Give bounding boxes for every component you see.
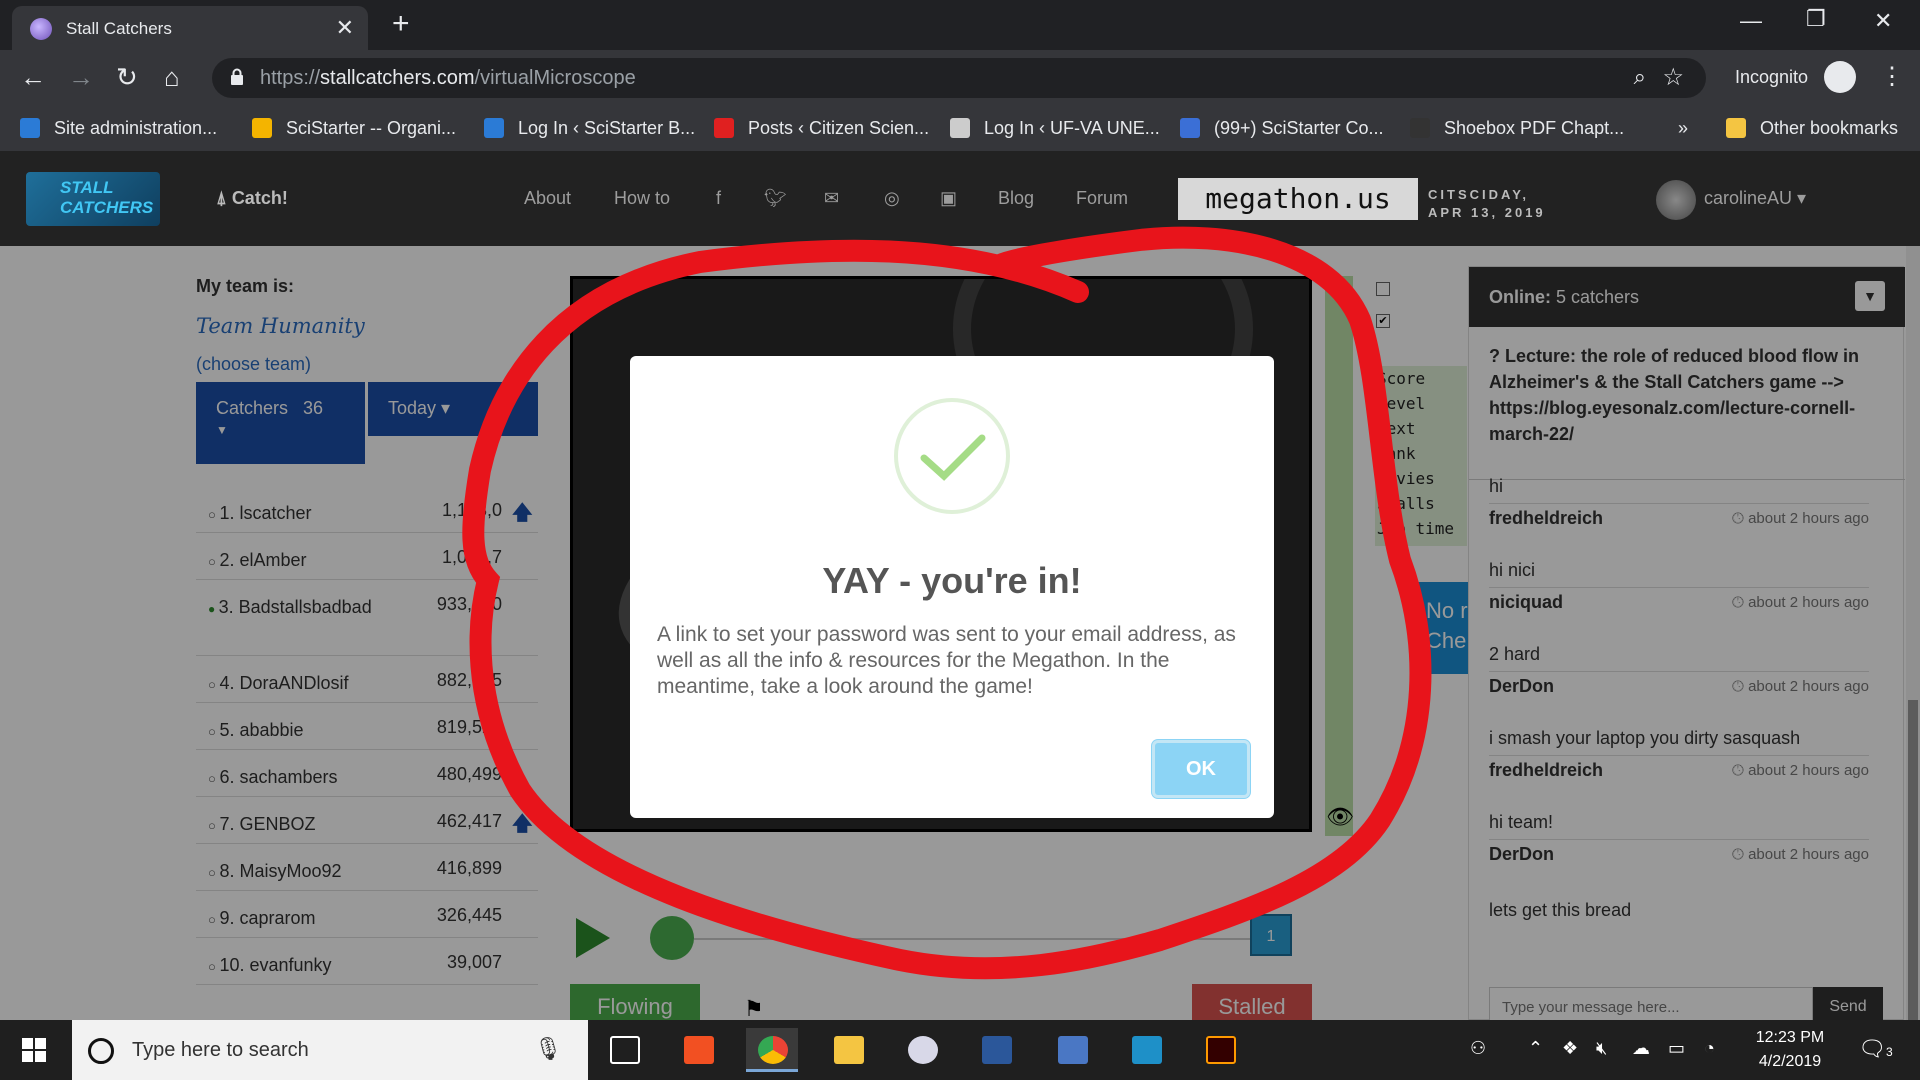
battery-icon[interactable]: ▭ [1668,1038,1685,1059]
twitter-icon[interactable]: 🐦︎ [764,188,787,209]
system-clock[interactable]: 12:23 PM 4/2/2019 [1730,1026,1850,1074]
browser-menu-icon[interactable]: ⋮ [1880,62,1904,91]
incognito-label: Incognito [1735,67,1809,87]
modal-title: YAY - you're in! [822,560,1082,601]
bookmarks-bar: Site administration... SciStarter -- Orga… [0,106,1920,152]
people-icon[interactable]: ⚇ [1470,1038,1486,1059]
browser-toolbar: ← → ↻ ⌂ https://stallcatchers.com/virtua… [0,50,1920,106]
task-view-icon[interactable] [598,1028,650,1072]
incognito-icon[interactable] [1824,61,1856,93]
browser-tab[interactable]: Stall Catchers ✕ [12,6,368,50]
site-header: STALL CATCHERS ⍋ Catch! About How to f 🐦… [0,152,1920,246]
windows-taskbar: Type here to search 🎙︎ ⚇ ⌃ ❖ 🔇︎ ☁ ▭ ◔ 12… [0,1020,1920,1080]
store-icon[interactable] [672,1028,724,1072]
wifi-icon[interactable]: ◔ [1704,1038,1715,1059]
moodle-icon [20,118,40,138]
zoom-icon[interactable]: ⌕ [1634,64,1646,90]
bookmarks-overflow-icon[interactable]: » [1678,118,1688,139]
word-icon[interactable] [970,1028,1022,1072]
illustrator-icon[interactable] [1194,1028,1246,1072]
catch-link[interactable]: ⍋ Catch! [216,188,288,209]
avatar[interactable] [1656,180,1696,220]
drive-icon [252,118,272,138]
modal-message: A link to set your password was sent to … [657,623,1236,698]
nav-how-to[interactable]: How to [614,188,670,209]
moon-icon [1410,118,1430,138]
microphone-icon[interactable]: 🎙︎ [534,1036,562,1062]
facebook-icon[interactable]: f [716,188,721,209]
paint-icon[interactable] [896,1028,948,1072]
restore-icon[interactable]: ❐ [1806,6,1826,32]
stall-catchers-favicon [30,18,52,40]
chat-icon [1180,118,1200,138]
bookmark-item[interactable]: (99+) SciStarter Co... [1180,118,1384,139]
dropbox-icon[interactable]: ❖ [1562,1038,1578,1059]
nav-about[interactable]: About [524,188,571,209]
windows-start-icon[interactable] [22,1038,46,1062]
onedrive-icon[interactable]: ☁ [1632,1038,1650,1059]
site-icon [484,118,504,138]
nav-forum[interactable]: Forum [1076,188,1128,209]
email-icon[interactable]: ✉ [824,188,839,209]
other-bookmarks[interactable]: Other bookmarks [1726,118,1898,139]
bookmark-item[interactable]: Site administration... [20,118,217,139]
home-icon[interactable]: ⌂ [164,62,180,92]
nav-blog[interactable]: Blog [998,188,1034,209]
success-check-icon [894,398,1010,514]
lock-icon [231,68,243,85]
browser-tab-bar: Stall Catchers ✕ + — ❐ ✕ [0,0,1920,50]
tab-title: Stall Catchers [66,19,172,38]
bookmark-item[interactable]: SciStarter -- Organi... [252,118,456,139]
page-icon [950,118,970,138]
minimize-icon[interactable]: — [1740,8,1762,34]
instagram-icon[interactable]: ◎ [884,188,900,209]
file-explorer-icon[interactable] [822,1028,874,1072]
citsciday-date: CITSCIDAY, APR 13, 2019 [1428,187,1546,220]
stall-catchers-logo[interactable]: STALL CATCHERS [26,172,160,226]
d-icon [714,118,734,138]
folder-icon [1726,118,1746,138]
new-tab-button[interactable]: + [392,8,410,40]
kindle-icon[interactable] [1120,1028,1172,1072]
user-menu[interactable]: carolineAU ▾ [1704,188,1806,209]
ok-button[interactable]: OK [1152,740,1250,798]
volume-muted-icon[interactable]: 🔇︎ [1596,1038,1607,1059]
notification-icon[interactable]: 🗨︎3 [1858,1036,1893,1062]
close-window-icon[interactable]: ✕ [1874,8,1892,34]
reload-icon[interactable]: ↻ [116,62,138,92]
youtube-icon[interactable]: ▣ [940,188,957,209]
bookmark-item[interactable]: Log In ‹ SciStarter B... [484,118,695,139]
back-icon[interactable]: ← [20,62,46,92]
bookmark-star-icon[interactable]: ☆ [1662,63,1684,92]
taskbar-search[interactable]: Type here to search 🎙︎ [72,1020,588,1080]
success-modal: YAY - you're in! A link to set your pass… [630,356,1274,818]
bookmark-item[interactable]: Shoebox PDF Chapt... [1410,118,1624,139]
bookmark-item[interactable]: Log In ‹ UF-VA UNE... [950,118,1160,139]
bookmark-item[interactable]: Posts ‹ Citizen Scien... [714,118,929,139]
cortana-icon [88,1038,114,1064]
chevron-up-icon[interactable]: ⌃ [1528,1038,1543,1059]
chrome-icon[interactable] [746,1028,798,1072]
search-placeholder: Type here to search [132,1039,309,1061]
forward-icon[interactable]: → [68,62,94,92]
apps-grid-icon[interactable] [1046,1028,1098,1072]
url-text: https://stallcatchers.com/virtualMicrosc… [260,67,636,89]
address-bar[interactable]: https://stallcatchers.com/virtualMicrosc… [212,58,1706,98]
megathon-banner[interactable]: megathon.us [1178,178,1418,220]
close-tab-icon[interactable]: ✕ [336,15,354,41]
logo-text: STALL CATCHERS [60,178,154,217]
